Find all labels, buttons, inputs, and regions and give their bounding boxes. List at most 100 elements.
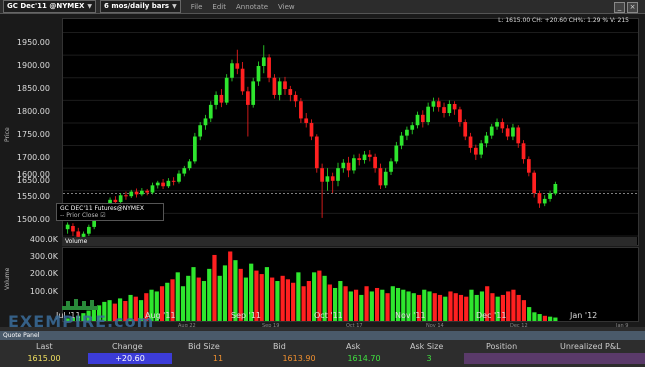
candle-body — [246, 91, 250, 105]
candle-body — [235, 63, 240, 69]
close-icon[interactable]: × — [627, 2, 638, 13]
candle-body — [129, 191, 134, 197]
price-tick: 1600.00 — [16, 170, 50, 179]
candle-body — [304, 118, 309, 123]
month-tick: Nov '11 — [395, 311, 426, 320]
volume-bar — [458, 294, 464, 321]
volume-bar — [548, 316, 553, 321]
volume-bar — [343, 286, 348, 321]
empire-logo-icon — [62, 299, 98, 310]
volume-bar — [437, 294, 443, 321]
volume-bar — [207, 268, 212, 321]
candle-body — [526, 159, 531, 173]
candle-body — [495, 122, 499, 127]
volume-bar — [359, 294, 364, 321]
candle-body — [219, 94, 224, 103]
header-position: Position — [486, 342, 518, 351]
menu-view[interactable]: View — [278, 3, 295, 11]
candle-body — [299, 101, 303, 119]
candle-body — [261, 57, 266, 67]
volume-bar — [506, 291, 511, 321]
candle-body — [415, 114, 420, 126]
minimize-icon[interactable]: _ — [614, 2, 625, 13]
volume-bar — [275, 281, 280, 321]
volume-bar — [285, 279, 290, 321]
candle-body — [420, 114, 425, 123]
volume-bar — [369, 291, 374, 321]
candle-body — [230, 63, 234, 78]
menu-edit[interactable]: Edit — [212, 3, 226, 11]
candle-body — [267, 57, 271, 78]
candle-body — [378, 168, 383, 186]
candle-body — [155, 182, 160, 186]
candle-body — [208, 104, 213, 119]
value-bid: 1613.90 — [282, 354, 316, 363]
candle-body — [277, 81, 282, 95]
volume-bar — [443, 296, 448, 321]
timeframe-label: 6 mos/daily bars — [104, 2, 170, 10]
candle-body — [357, 158, 362, 161]
volume-bar — [222, 265, 228, 321]
month-tick: Oct '11 — [314, 311, 343, 320]
volume-tick: 200.0K — [29, 269, 58, 278]
month-tick: Jan '12 — [570, 311, 598, 320]
timeframe-selector[interactable]: 6 mos/daily bars ▼ — [100, 0, 181, 13]
volume-bar — [537, 314, 542, 321]
candle-body — [399, 135, 404, 146]
volume-bar — [186, 275, 191, 321]
volume-bar — [191, 267, 196, 321]
candle-body — [240, 68, 245, 92]
volume-bar — [427, 291, 432, 321]
candle-body — [373, 156, 377, 169]
symbol-selector[interactable]: GC Dec'11 @NYMEX ▼ — [3, 0, 97, 13]
candle-body — [256, 66, 261, 82]
candle-body — [214, 94, 218, 105]
volume-bar — [353, 289, 359, 321]
price-tick: 1700.00 — [16, 153, 50, 162]
menu-file[interactable]: File — [191, 3, 203, 11]
header-bid-size: Bid Size — [188, 342, 220, 351]
prior-close-legend: -- Prior Close ☑ — [60, 212, 106, 219]
menu-annotate[interactable]: Annotate — [236, 3, 268, 11]
volume-bar — [516, 294, 521, 321]
header-change: Change — [112, 342, 143, 351]
header-ask: Ask — [346, 342, 361, 351]
candle-body — [389, 161, 393, 172]
volume-tick: 100.0K — [29, 287, 58, 296]
candle-body — [505, 128, 510, 137]
candle-body — [187, 161, 192, 169]
position-pnl-cell — [464, 353, 645, 364]
candle-body — [118, 195, 123, 203]
candle-body — [352, 158, 356, 171]
candle-body — [124, 195, 128, 197]
volume-bar — [201, 281, 207, 321]
candle-body — [134, 191, 139, 195]
candle-body — [341, 162, 346, 169]
volume-pane-header: Volume — [62, 237, 637, 246]
volume-bar — [385, 293, 390, 321]
volume-bar — [532, 312, 537, 321]
volume-bar — [553, 317, 558, 321]
candle-body — [548, 193, 552, 199]
candle-body — [71, 226, 75, 232]
volume-tick: 300.0K — [29, 252, 58, 261]
chart-area: Price L: 1615.00 CH: +20.60 CH%: 1.29 % … — [0, 14, 645, 329]
candle-body — [224, 77, 229, 103]
volume-bar — [469, 289, 474, 321]
candle-body — [336, 168, 340, 181]
chart-toolbar: GC Dec'11 @NYMEX ▼ 6 mos/daily bars ▼ Fi… — [0, 0, 645, 14]
candle-body — [405, 129, 409, 136]
candle-body — [516, 127, 521, 144]
candle-body — [293, 94, 298, 102]
candle-body — [447, 103, 452, 114]
candle-body — [500, 122, 505, 129]
candle-body — [346, 162, 351, 171]
candle-body — [325, 176, 330, 182]
volume-bar — [306, 281, 311, 321]
contract-name: GC DEC'11 Futures@NYMEX — [60, 205, 145, 212]
volume-bar — [217, 275, 222, 321]
volume-bar — [432, 293, 437, 321]
contract-legend[interactable]: GC DEC'11 Futures@NYMEX -- Prior Close ☑ — [56, 203, 164, 221]
candle-body — [521, 143, 526, 160]
candle-body — [166, 180, 171, 187]
